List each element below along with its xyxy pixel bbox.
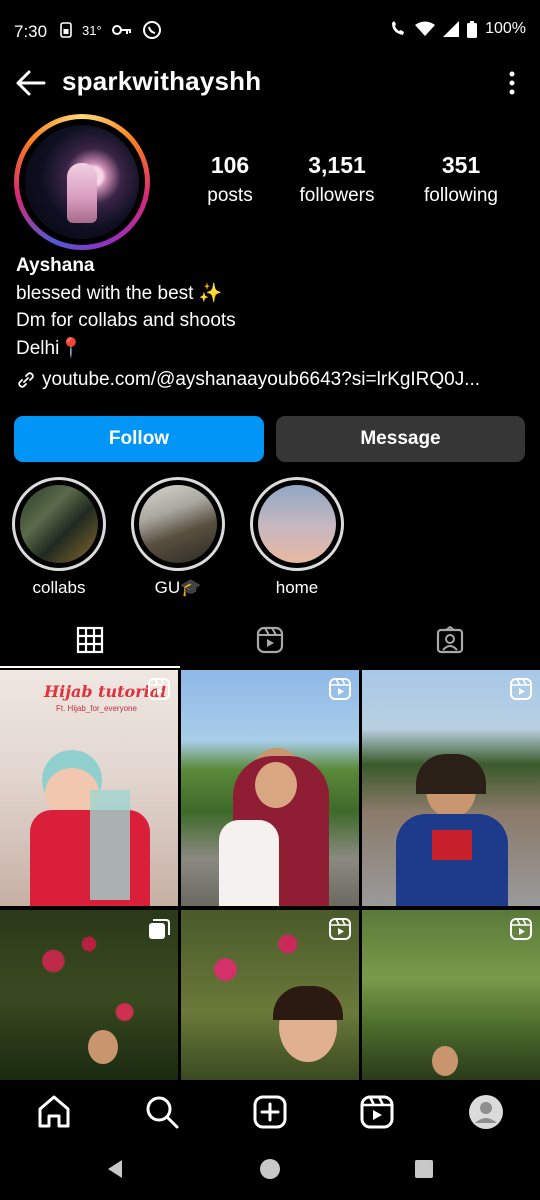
whatsapp-icon bbox=[142, 21, 161, 39]
profile-avatar-icon bbox=[469, 1095, 503, 1129]
highlight-label: home bbox=[275, 578, 319, 597]
highlight-cover bbox=[258, 485, 336, 563]
status-bar: 7:30 31° 100% bbox=[0, 0, 540, 62]
wifi-icon bbox=[415, 21, 436, 36]
highlight-label: collabs bbox=[32, 578, 86, 597]
reel-icon bbox=[329, 918, 351, 940]
grid-post[interactable] bbox=[181, 670, 359, 906]
profile-bio: Ayshana blessed with the best ✨ Dm for c… bbox=[16, 252, 526, 362]
reels-icon bbox=[256, 626, 284, 654]
tab-tagged[interactable] bbox=[360, 614, 540, 666]
temperature-text: 31° bbox=[82, 22, 102, 38]
grid-post[interactable]: Hijab tutorial Ft. Hijab_for_everyone bbox=[0, 670, 178, 906]
highlight-collabs[interactable]: collabs bbox=[12, 477, 106, 598]
tab-posts-grid[interactable] bbox=[0, 614, 180, 666]
grid-post[interactable] bbox=[362, 670, 540, 906]
avatar bbox=[25, 125, 139, 239]
battery-icon bbox=[467, 20, 478, 38]
carousel-icon bbox=[149, 919, 170, 939]
bottom-navigation bbox=[0, 1080, 540, 1140]
bio-link-text: youtube.com/@ayshanaayoub6643?si=lrKgIRQ… bbox=[42, 369, 481, 390]
key-icon bbox=[111, 25, 131, 35]
search-icon bbox=[146, 1096, 179, 1129]
following-number: 351 bbox=[441, 152, 481, 178]
add-post-icon bbox=[253, 1095, 287, 1129]
grid-icon bbox=[76, 626, 104, 654]
nav-reels[interactable] bbox=[355, 1090, 399, 1134]
bio-link[interactable]: youtube.com/@ayshanaayoub6643?si=lrKgIRQ… bbox=[16, 369, 526, 391]
back-button[interactable] bbox=[14, 66, 48, 100]
tab-reels[interactable] bbox=[180, 614, 360, 666]
reel-icon bbox=[329, 678, 351, 700]
following-count[interactable]: 351 following bbox=[410, 152, 512, 207]
followers-number: 3,151 bbox=[308, 152, 366, 178]
back-arrow-icon bbox=[16, 70, 46, 96]
post-subcaption: Ft. Hijab_for_everyone bbox=[56, 704, 137, 713]
bio-line-1: blessed with the best ✨ bbox=[16, 282, 223, 304]
sim-icon bbox=[60, 22, 72, 38]
highlight-gu[interactable]: GU🎓 bbox=[131, 477, 225, 598]
grid-post[interactable] bbox=[0, 910, 178, 1080]
nav-home[interactable] bbox=[32, 1090, 76, 1134]
grid-post[interactable] bbox=[181, 910, 359, 1080]
posts-count[interactable]: 106 posts bbox=[190, 152, 270, 207]
posts-number: 106 bbox=[210, 152, 250, 178]
system-navigation-bar bbox=[0, 1140, 540, 1200]
highlight-home[interactable]: home bbox=[250, 477, 344, 598]
reel-icon bbox=[510, 918, 532, 940]
link-icon bbox=[18, 372, 34, 388]
reels-icon bbox=[360, 1095, 394, 1129]
nav-create[interactable] bbox=[248, 1090, 292, 1134]
follow-button[interactable]: Follow bbox=[14, 416, 264, 462]
following-label: following bbox=[424, 185, 498, 206]
system-home-icon[interactable] bbox=[259, 1158, 281, 1180]
profile-header: sparkwithayshh bbox=[0, 62, 540, 104]
system-recents-icon[interactable] bbox=[414, 1159, 434, 1179]
highlight-label: GU🎓 bbox=[154, 578, 202, 597]
more-vertical-icon bbox=[509, 71, 515, 95]
bio-line-3: Delhi📍 bbox=[16, 337, 83, 359]
message-button[interactable]: Message bbox=[276, 416, 525, 462]
nav-search[interactable] bbox=[140, 1090, 184, 1134]
home-icon bbox=[38, 1095, 70, 1128]
status-time: 7:30 bbox=[14, 22, 48, 41]
battery-percent: 100% bbox=[485, 20, 526, 37]
followers-label: followers bbox=[299, 185, 375, 206]
profile-avatar-story-ring[interactable] bbox=[14, 114, 150, 250]
bio-line-2: Dm for collabs and shoots bbox=[16, 310, 236, 331]
reel-icon bbox=[510, 678, 532, 700]
followers-count[interactable]: 3,151 followers bbox=[287, 152, 387, 207]
reel-icon bbox=[148, 678, 170, 700]
profile-username: sparkwithayshh bbox=[62, 66, 262, 96]
signal-icon bbox=[443, 21, 460, 37]
active-tab-indicator bbox=[0, 666, 180, 668]
grid-post[interactable] bbox=[362, 910, 540, 1080]
more-options-button[interactable] bbox=[502, 68, 522, 98]
display-name: Ayshana bbox=[16, 255, 95, 276]
system-back-icon[interactable] bbox=[104, 1158, 126, 1180]
tagged-person-icon bbox=[436, 626, 464, 654]
highlight-cover bbox=[139, 485, 217, 563]
nav-profile[interactable] bbox=[464, 1090, 508, 1134]
highlight-cover bbox=[20, 485, 98, 563]
wifi-call-icon bbox=[392, 21, 405, 35]
profile-tabs bbox=[0, 614, 540, 668]
posts-label: posts bbox=[207, 185, 253, 206]
